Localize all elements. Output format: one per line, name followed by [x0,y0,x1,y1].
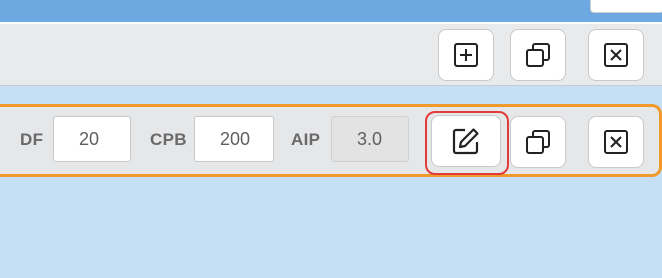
plus-square-icon [454,43,478,67]
delete-item-button[interactable] [588,116,644,168]
df-input[interactable]: 20 [53,116,131,162]
close-square-icon [604,43,628,67]
add-button[interactable] [438,29,494,81]
copy-icon [526,130,550,154]
top-background-strip [0,0,662,22]
cpb-label: CPB [150,130,187,149]
edit-button-highlight [425,111,509,175]
close-square-icon [604,130,628,154]
copy-item-button[interactable] [510,116,566,168]
copy-button[interactable] [510,29,566,81]
copy-icon [526,43,550,67]
top-partial-button[interactable] [590,0,662,13]
df-label: DF [20,130,44,149]
aip-label: AIP [291,130,321,149]
cpb-input[interactable]: 200 [194,116,274,162]
delete-button[interactable] [588,29,644,81]
aip-readonly-field: 3.0 [331,116,409,162]
